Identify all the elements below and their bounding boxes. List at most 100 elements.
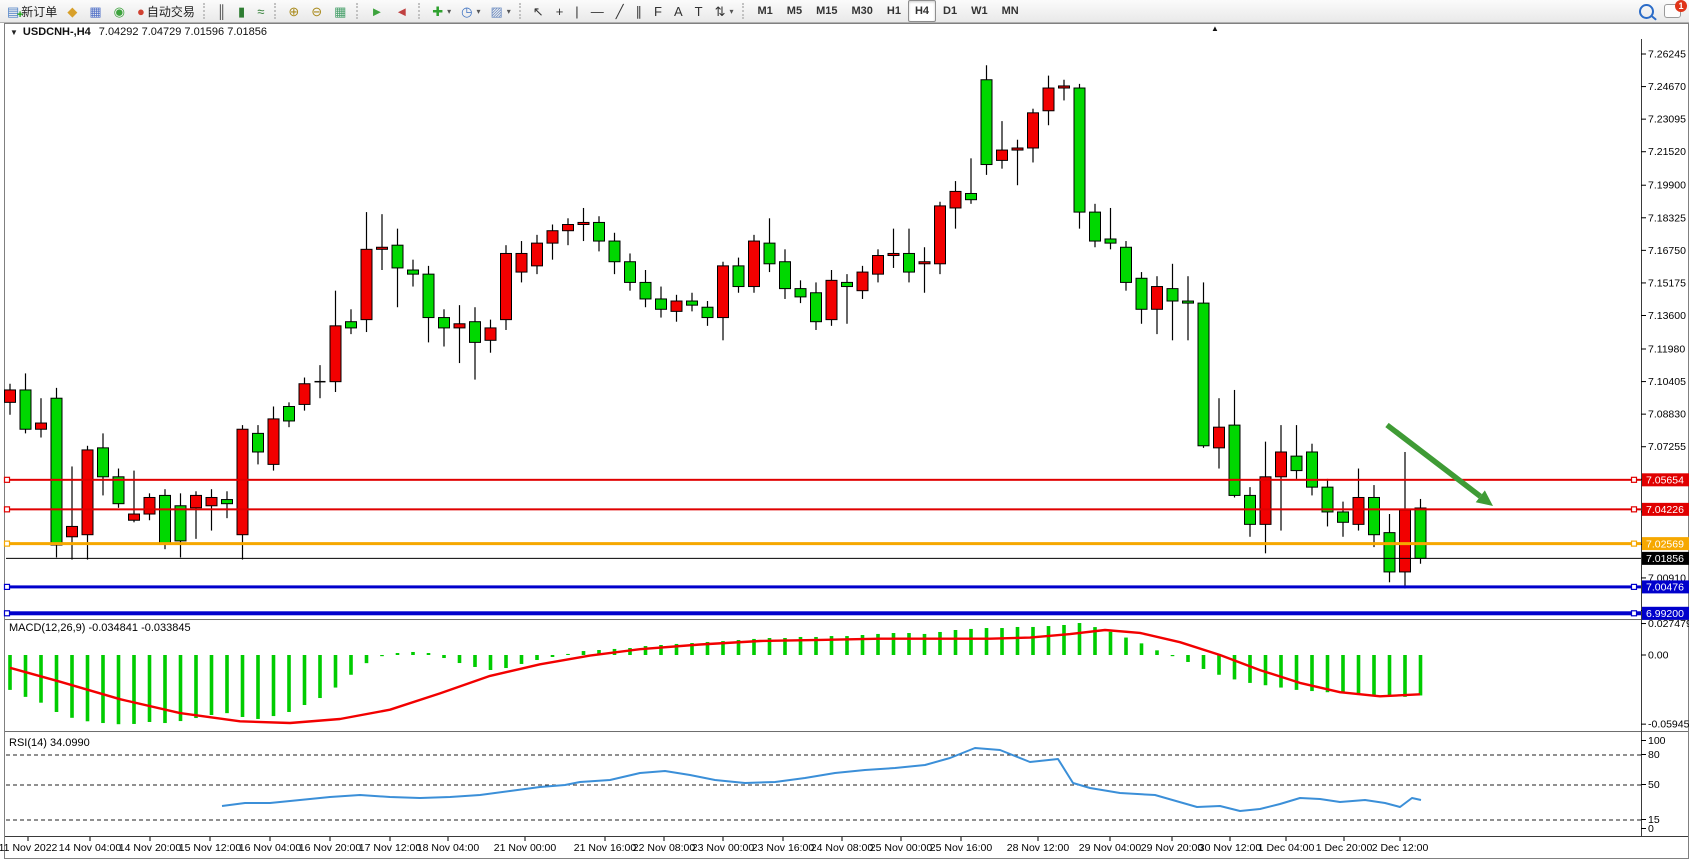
pane-separator[interactable] [5,731,1688,732]
timeframe-w1-button[interactable]: W1 [964,0,995,22]
candle-body [175,506,186,541]
hline-7.02569[interactable]: 7.02569 [5,537,1689,550]
pane-separator[interactable] [5,620,1688,621]
macd-axis-label: -0.059451 [1648,719,1689,731]
rsi-axis-label: 50 [1648,779,1660,791]
candle-body [578,222,589,224]
line-handle[interactable] [1632,507,1637,512]
rsi-line [222,748,1421,811]
timeframe-m30-button[interactable]: M30 [844,0,879,22]
time-tick-label: 16 Nov 20:00 [299,842,362,854]
chart-title-bar[interactable]: ▼ USDCNH-,H4 7.04292 7.04729 7.01596 7.0… [6,26,267,38]
macd-bar [8,655,12,690]
periods-button[interactable]: ◷▾ [456,0,485,22]
candle-body [470,322,481,343]
time-tick-label: 23 Nov 00:00 [692,842,755,854]
line-handle[interactable] [5,611,10,616]
chevron-down-icon[interactable]: ▾ [507,7,511,16]
timeframe-mn-button[interactable]: MN [995,0,1026,22]
chart-canvas[interactable]: 7.262457.246707.230957.215207.199007.183… [0,0,1689,859]
macd-pane[interactable]: MACD(12,26,9) -0.034841 -0.0338450.02747… [8,618,1689,731]
chevron-down-icon[interactable]: ▾ [730,7,734,16]
line-handle[interactable] [5,541,10,546]
price-axis-border[interactable] [1641,39,1642,836]
zoom-in-button[interactable]: ⊕ [283,0,306,22]
line-handle[interactable] [1632,541,1637,546]
hline-7.00476[interactable]: 7.00476 [5,580,1689,593]
indicators-button[interactable]: ✚▾ [427,0,456,22]
candle-body [51,398,62,545]
candle-body [1229,425,1240,495]
tile-windows-button[interactable]: ▦ [329,0,353,22]
macd-bar [985,628,989,655]
candle-body [454,324,465,328]
autotrading-button[interactable]: ●自动交易 [132,0,200,22]
templates-button[interactable]: ▨▾ [485,0,515,22]
price-tick-label: 7.16750 [1648,245,1686,257]
candle-body [1369,497,1380,534]
macd-bar [318,655,322,698]
macd-bar [1217,655,1221,675]
time-axis[interactable]: 11 Nov 202214 Nov 04:0014 Nov 20:0015 No… [0,837,1428,854]
collapse-triangle-icon[interactable]: ▼ [10,28,18,37]
macd-bar [969,629,973,655]
time-tick-label: 11 Nov 2022 [0,842,58,854]
timeframe-h4-button[interactable]: H4 [908,0,936,22]
bars-chart-button[interactable]: ║ [212,0,233,22]
timeframe-d1-button[interactable]: D1 [936,0,964,22]
zoom-out-button[interactable]: ⊖ [306,0,329,22]
auto-scroll-button[interactable]: ► [365,0,390,22]
timeframe-m1-button[interactable]: M1 [751,0,780,22]
hline-7.01856[interactable]: 7.01856 [6,552,1689,565]
line-handle[interactable] [5,584,10,589]
cursor-button[interactable]: ↖ [528,0,551,22]
vertical-line-button[interactable]: | [570,0,585,22]
line-handle[interactable] [5,507,10,512]
text-button[interactable]: A [669,0,690,22]
arrows-button[interactable]: ⇅▾ [710,0,739,22]
chat-icon[interactable]: 1 [1664,4,1681,18]
search-icon[interactable] [1639,4,1654,19]
timeframe-h1-button[interactable]: H1 [880,0,908,22]
hline-7.04226[interactable]: 7.04226 [5,503,1689,516]
chevron-down-icon[interactable]: ▾ [447,7,451,16]
arrow-shaft [1387,425,1480,496]
line-handle[interactable] [1632,584,1637,589]
rsi-pane[interactable]: RSI(14) 34.09901008050150 [6,735,1666,835]
horizontal-line [6,508,1641,510]
macd-bar [1295,655,1299,690]
line-handle[interactable] [1632,477,1637,482]
crosshair-button[interactable]: + [551,0,571,22]
market-watch-button[interactable]: ▦ [84,0,108,22]
pane-separator[interactable] [5,732,1688,733]
new-order-icon: ▤+ [7,5,19,18]
pane-separator[interactable] [5,619,1688,620]
navigator-icon: ◉ [114,5,125,18]
hline-7.05654[interactable]: 7.05654 [5,473,1689,486]
navigator-button[interactable]: ◉ [109,0,132,22]
fibonacci-button[interactable]: F [649,0,669,22]
chevron-down-icon[interactable]: ▾ [476,7,480,16]
timeframe-m5-button[interactable]: M5 [780,0,809,22]
candle-body [160,495,171,543]
horizontal-line-button[interactable]: — [586,0,611,22]
text-label-button[interactable]: T [690,0,710,22]
price-axis[interactable]: 7.262457.246707.230957.215207.199007.183… [1641,49,1686,617]
hline-6.99200[interactable]: 6.99200 [5,607,1689,620]
chart-shift-button[interactable]: ◄ [390,0,415,22]
candle-body [780,262,791,289]
timeframe-m15-button[interactable]: M15 [809,0,844,22]
line-handle[interactable] [1632,611,1637,616]
price-tick-label: 7.10405 [1648,376,1686,388]
candlestick-chart-button[interactable]: ▮ [233,0,252,22]
equidistant-channel-button[interactable]: ∥ [631,0,650,22]
chart-history-button[interactable]: ◆ [62,0,84,22]
trendline-button[interactable]: ╱ [611,0,631,22]
candle-body [516,253,527,272]
candle-body [1307,452,1318,487]
trend-arrow[interactable] [1387,425,1493,506]
line-chart-button[interactable]: ≈ [252,0,271,22]
new-order-button[interactable]: ▤+新订单 [2,0,62,22]
line-handle[interactable] [5,477,10,482]
timeframe-group: M1M5M15M30H1H4D1W1MN [751,0,1026,22]
